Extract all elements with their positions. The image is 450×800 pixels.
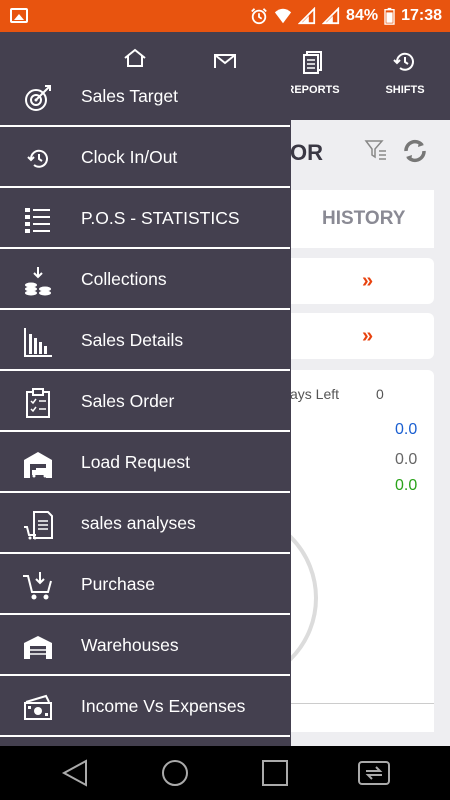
tab-reports-label: REPORTS [286,84,340,96]
list-icon [25,208,50,233]
status-bar-right: 84% 17:38 [250,0,442,32]
status-bar: 84% 17:38 [0,0,450,32]
drawer-item-sales-target[interactable]: Sales Target [0,68,290,127]
drawer-item-load-request[interactable]: Load Request [0,434,290,493]
page-title-fragment: OR [290,140,323,165]
cart-download-icon [23,572,52,600]
signal-icon-2 [322,7,340,25]
system-nav-bar [0,746,450,800]
drawer-item-label: sales analyses [81,513,196,533]
drawer-item-purchase[interactable]: Purchase [0,556,290,615]
tab-shifts[interactable]: SHIFTS [365,50,445,96]
double-chevron-right-icon-2: » [362,325,374,347]
drawer-item-label: Purchase [81,574,155,594]
warehouse-icon [24,636,52,659]
home-icon [124,48,146,67]
drawer-item-label: Income Vs Expenses [81,696,246,716]
target-icon [25,85,51,111]
filter-icon[interactable] [364,138,388,162]
drawer-item-income-vs-expenses[interactable]: Income Vs Expenses [0,678,290,737]
double-chevron-right-icon: » [362,270,374,292]
home-circle-icon[interactable] [160,758,190,788]
recents-icon[interactable] [260,758,290,788]
drawer-item-warehouses[interactable]: Warehouses [0,617,290,676]
days-left-value: 0 [376,386,384,402]
days-left-label: ays Left [290,386,340,402]
navigation-drawer: Sales Target Clock In/Out P.O.S - STATIS… [0,68,291,746]
alarm-icon [251,8,267,25]
clock-time: 17:38 [401,7,442,24]
history-icon [393,52,414,71]
gallery-notification-icon [10,8,28,23]
money-icon [24,694,52,720]
tab-shifts-label: SHIFTS [385,84,425,96]
reports-icon [303,51,322,74]
clipboard-icon [26,388,50,418]
truck-warehouse-icon [24,452,52,478]
coins-icon [25,267,51,296]
stat-value-2: 0.0 [395,451,418,468]
wifi-icon [274,8,292,24]
drawer-item-clock-in-out[interactable]: Clock In/Out [0,129,290,188]
tab-history[interactable]: HISTORY [322,208,405,230]
refresh-icon[interactable] [400,136,430,166]
signal-icon [298,7,316,25]
drawer-item-label: Warehouses [81,635,179,655]
drawer-item-label: P.O.S - STATISTICS [81,208,240,228]
battery-icon [384,7,395,25]
drawer-item-sales-analyses[interactable]: sales analyses [0,495,290,554]
back-icon[interactable] [60,758,90,788]
drawer-item-label: Collections [81,269,167,289]
battery-percent: 84% [346,7,379,24]
switch-app-icon[interactable] [356,758,392,788]
drawer-item-label: Sales Target [81,86,178,106]
drawer-item-pos-statistics[interactable]: P.O.S - STATISTICS [0,190,290,249]
cart-document-icon [24,511,53,540]
stat-value-3: 0.0 [395,477,418,494]
drawer-item-label: Sales Details [81,330,184,350]
drawer-item-sales-details[interactable]: Sales Details [0,312,290,371]
drawer-item-label: Sales Order [81,391,175,411]
drawer-item-label: Clock In/Out [81,147,178,167]
stat-value-1: 0.0 [395,421,418,438]
drawer-item-collections[interactable]: Collections [0,251,290,310]
card-divider [290,703,434,704]
bar-chart-icon [24,328,52,357]
clock-history-icon [27,149,48,168]
drawer-item-sales-order[interactable]: Sales Order [0,373,290,432]
drawer-item-label: Load Request [81,452,190,472]
